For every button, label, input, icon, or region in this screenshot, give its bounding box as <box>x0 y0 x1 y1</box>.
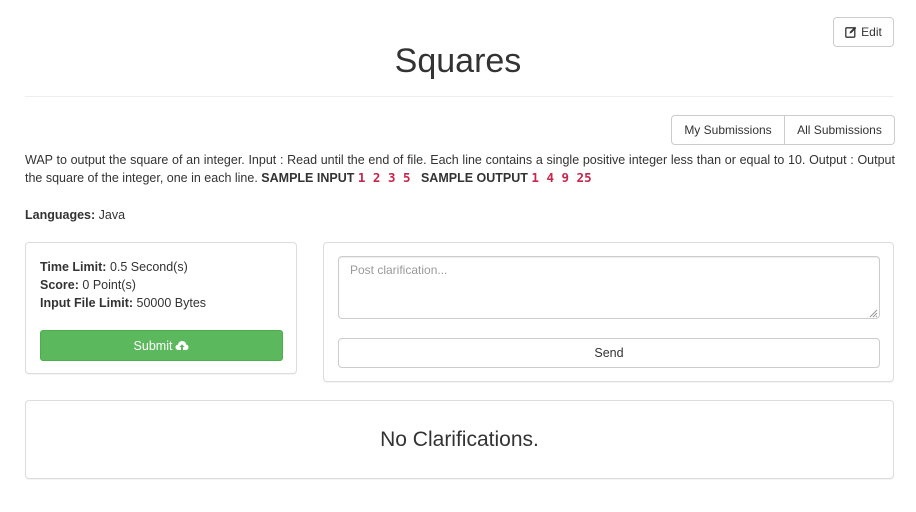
cloud-upload-icon <box>175 340 189 350</box>
all-submissions-button[interactable]: All Submissions <box>785 115 895 145</box>
submit-button-label: Submit <box>133 338 173 353</box>
score-label: Score: <box>40 278 79 292</box>
sample-input: 1 2 3 5 <box>357 170 411 185</box>
clarifications-list-panel: No Clarifications. <box>25 400 894 479</box>
page-title: Squares <box>394 42 522 80</box>
my-submissions-button[interactable]: My Submissions <box>671 115 785 145</box>
time-limit-value: 0.5 Second(s) <box>109 260 188 274</box>
clarification-panel: Send <box>323 242 894 382</box>
score-value: 0 Point(s) <box>82 278 136 292</box>
submit-button[interactable]: Submit <box>40 330 283 361</box>
edit-button-label: Edit <box>861 25 882 39</box>
limits-panel: Time Limit: 0.5 Second(s) Score: 0 Point… <box>25 242 297 374</box>
clarification-input[interactable] <box>338 256 880 319</box>
input-file-limit-value: 50000 Bytes <box>136 296 207 310</box>
languages-value: Java <box>98 208 126 222</box>
input-file-limit: Input File Limit: 50000 Bytes <box>40 294 206 312</box>
time-limit: Time Limit: 0.5 Second(s) <box>40 258 188 276</box>
sample-output-label: SAMPLE OUTPUT <box>420 171 528 185</box>
send-button[interactable]: Send <box>338 338 880 368</box>
divider <box>25 96 894 97</box>
problem-description: WAP to output the square of an integer. … <box>25 151 895 187</box>
time-limit-label: Time Limit: <box>40 260 107 274</box>
no-clarifications-message: No Clarifications. <box>380 427 539 451</box>
input-file-limit-label: Input File Limit: <box>40 296 134 310</box>
sample-output: 1 4 9 25 <box>531 170 592 185</box>
languages-line: Languages: Java <box>25 206 125 224</box>
resize-handle-icon[interactable] <box>868 308 878 318</box>
submissions-button-group: My Submissions All Submissions <box>671 115 895 145</box>
edit-icon <box>845 26 857 38</box>
languages-label: Languages: <box>25 208 96 222</box>
sample-input-label: SAMPLE INPUT <box>261 171 355 185</box>
score: Score: 0 Point(s) <box>40 276 136 294</box>
